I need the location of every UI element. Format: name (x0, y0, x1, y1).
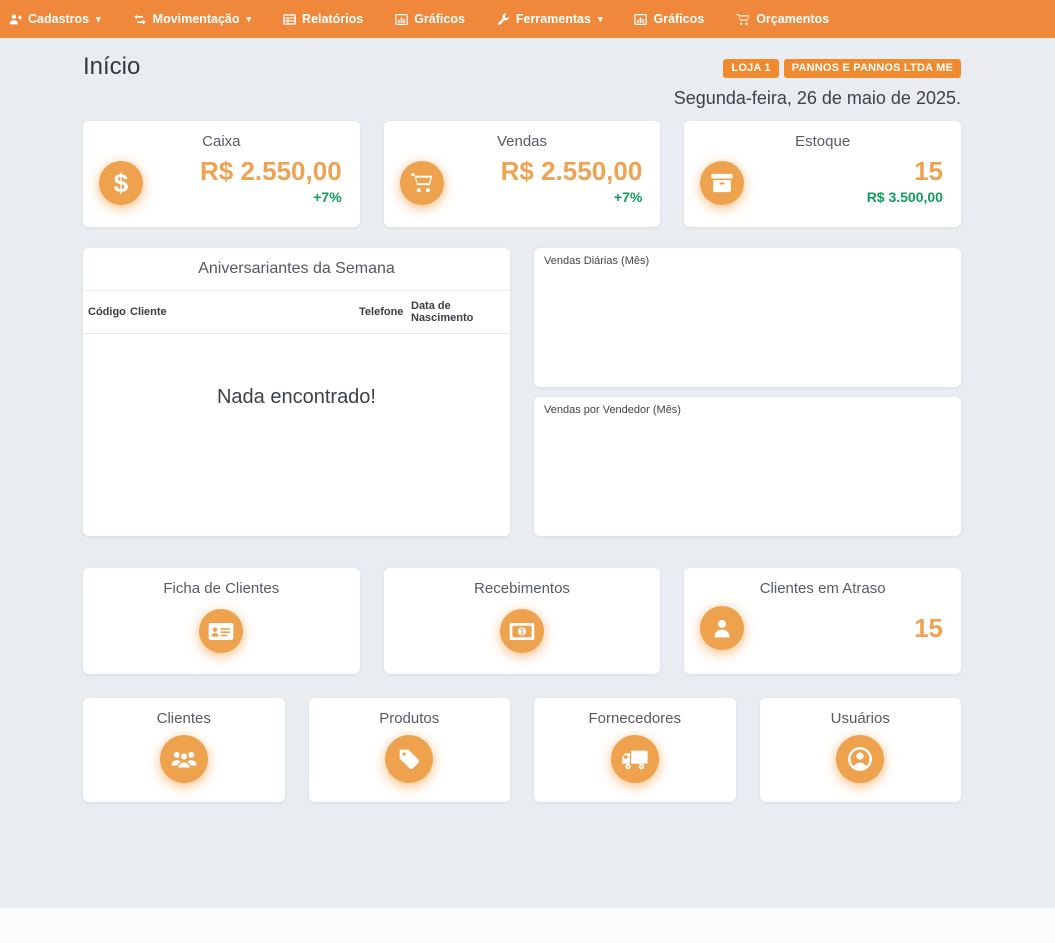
recebimentos-title: Recebimentos (402, 580, 643, 597)
column-header-nascimento: Data de Nascimento (406, 291, 510, 334)
chevron-down-icon: ▾ (247, 14, 252, 25)
nav-item-ferramentas[interactable]: Ferramentas ▾ (481, 0, 619, 38)
vendas-card: Vendas R$ 2.550,00 +7% (384, 121, 661, 227)
footer-strip (0, 908, 1055, 943)
column-header-codigo: Código (83, 291, 125, 334)
birthdays-table: Código Cliente Telefone Data de Nascimen… (83, 291, 510, 334)
chevron-down-icon: ▾ (96, 14, 101, 25)
wrench-icon (497, 13, 510, 26)
nav-item-orcamentos[interactable]: Orçamentos (720, 0, 845, 38)
clientes-title: Clientes (97, 710, 271, 727)
nav-item-label: Movimentação (153, 12, 240, 26)
vendas-title: Vendas (402, 133, 643, 150)
caixa-card: Caixa $ R$ 2.550,00 +7% (83, 121, 360, 227)
id-card-icon (199, 609, 243, 653)
truck-icon (611, 735, 659, 783)
user-icon (700, 606, 744, 650)
clientes-atraso-card[interactable]: Clientes em Atraso 15 (684, 568, 961, 674)
estoque-title: Estoque (702, 133, 943, 150)
nav-item-graficos-1[interactable]: Gráficos (379, 0, 481, 38)
chevron-down-icon: ▾ (598, 14, 603, 25)
table-icon (283, 13, 296, 26)
daily-sales-chart-title: Vendas Diárias (Mês) (544, 255, 951, 267)
sales-by-seller-chart-panel: Vendas por Vendedor (Mês) (534, 397, 961, 536)
nav-item-label: Orçamentos (756, 12, 829, 26)
quick-links-row: Clientes Produtos Fornecedores Usuários (83, 698, 961, 802)
produtos-title: Produtos (323, 710, 497, 727)
birthdays-panel: Aniversariantes da Semana Código Cliente… (83, 248, 510, 536)
stats-row: Caixa $ R$ 2.550,00 +7% Vendas R$ 2.550,… (83, 121, 961, 227)
shortcut-row: Ficha de Clientes Recebimentos 1 Cliente… (83, 568, 961, 674)
empty-state-message: Nada encontrado! (83, 334, 510, 536)
box-icon (700, 161, 744, 205)
page-title: Início (83, 52, 140, 82)
exchange-icon (133, 13, 147, 26)
cart-icon (400, 161, 444, 205)
bar-chart-icon (634, 13, 647, 26)
top-navbar: Cadastros ▾ Movimentação ▾ Relatórios Gr… (0, 0, 1055, 38)
nav-item-label: Cadastros (28, 12, 89, 26)
page-header: Início LOJA 1 PANNOS E PANNOS LTDA ME (83, 38, 961, 82)
store-badge: LOJA 1 (723, 59, 778, 78)
daily-sales-chart-panel: Vendas Diárias (Mês) (534, 248, 961, 387)
birthdays-title: Aniversariantes da Semana (83, 248, 510, 291)
tag-icon (385, 735, 433, 783)
column-header-telefone: Telefone (354, 291, 406, 334)
clientes-card[interactable]: Clientes (83, 698, 285, 802)
ficha-clientes-card[interactable]: Ficha de Clientes (83, 568, 360, 674)
fornecedores-title: Fornecedores (548, 710, 722, 727)
svg-text:1: 1 (520, 626, 525, 636)
cart-icon (736, 13, 750, 26)
usuarios-title: Usuários (774, 710, 948, 727)
nav-item-relatorios[interactable]: Relatórios (267, 0, 379, 38)
store-badges: LOJA 1 PANNOS E PANNOS LTDA ME (723, 59, 961, 78)
nav-item-cadastros[interactable]: Cadastros ▾ (0, 0, 117, 38)
ficha-clientes-title: Ficha de Clientes (101, 580, 342, 597)
users-icon (160, 735, 208, 783)
money-bill-icon: 1 (500, 609, 544, 653)
nav-item-label: Gráficos (414, 12, 465, 26)
column-header-cliente: Cliente (125, 291, 354, 334)
recebimentos-card[interactable]: Recebimentos 1 (384, 568, 661, 674)
company-badge: PANNOS E PANNOS LTDA ME (784, 59, 961, 78)
nav-item-label: Gráficos (653, 12, 704, 26)
nav-item-movimentacao[interactable]: Movimentação ▾ (117, 0, 267, 38)
bar-chart-icon (395, 13, 408, 26)
usuarios-card[interactable]: Usuários (760, 698, 962, 802)
estoque-card: Estoque 15 R$ 3.500,00 (684, 121, 961, 227)
sales-by-seller-chart-title: Vendas por Vendedor (Mês) (544, 404, 951, 416)
clientes-atraso-title: Clientes em Atraso (702, 580, 943, 597)
produtos-card[interactable]: Produtos (309, 698, 511, 802)
nav-item-label: Relatórios (302, 12, 363, 26)
nav-item-graficos-2[interactable]: Gráficos (618, 0, 720, 38)
dollar-icon: $ (99, 161, 143, 205)
user-plus-icon (9, 13, 22, 26)
user-circle-icon (836, 735, 884, 783)
caixa-title: Caixa (101, 133, 342, 150)
nav-item-label: Ferramentas (516, 12, 591, 26)
fornecedores-card[interactable]: Fornecedores (534, 698, 736, 802)
current-date: Segunda-feira, 26 de maio de 2025. (83, 88, 961, 109)
